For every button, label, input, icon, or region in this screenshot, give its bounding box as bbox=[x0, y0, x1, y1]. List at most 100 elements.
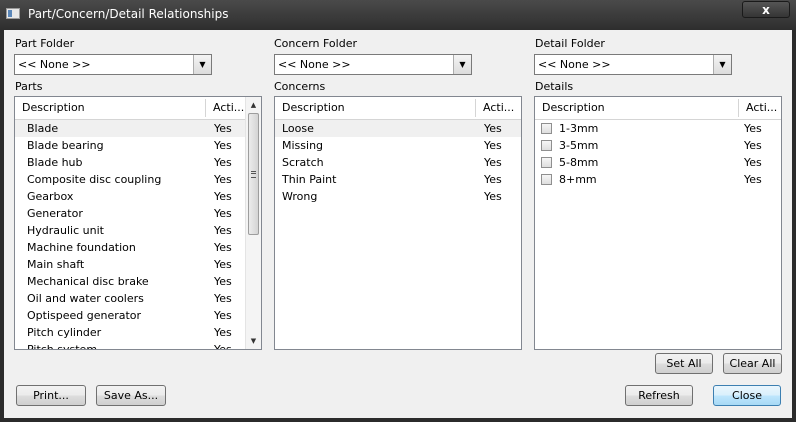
print-button[interactable]: Print... bbox=[16, 385, 86, 406]
row-active: Yes bbox=[214, 309, 232, 322]
details-list[interactable]: Description Acti... 1-3mm Yes 3-5mm Yes 5-8m… bbox=[534, 96, 782, 350]
row-description: Mechanical disc brake bbox=[27, 275, 149, 288]
column-header-description[interactable]: Description bbox=[535, 97, 738, 119]
row-checkbox[interactable] bbox=[541, 157, 552, 168]
concern-folder-dropdown[interactable]: << None >> ▼ bbox=[274, 54, 472, 75]
list-item[interactable]: Blade Yes bbox=[15, 120, 245, 137]
set-all-button[interactable]: Set All bbox=[655, 353, 713, 374]
dialog-window: Part/Concern/Detail Relationships x Part… bbox=[0, 0, 796, 422]
list-item[interactable]: Pitch cylinder Yes bbox=[15, 324, 245, 341]
row-active: Yes bbox=[214, 258, 232, 271]
details-list-header: Description Acti... bbox=[535, 97, 781, 120]
list-item[interactable]: Blade hub Yes bbox=[15, 154, 245, 171]
row-active: Yes bbox=[214, 207, 232, 220]
row-active: Yes bbox=[744, 156, 762, 169]
list-item[interactable]: Composite disc coupling Yes bbox=[15, 171, 245, 188]
row-active: Yes bbox=[484, 122, 502, 135]
dropdown-arrow-icon[interactable]: ▼ bbox=[193, 55, 211, 74]
column-header-active[interactable]: Acti... bbox=[476, 97, 521, 119]
list-item[interactable]: Scratch Yes bbox=[275, 154, 521, 171]
row-active: Yes bbox=[214, 156, 232, 169]
detail-folder-dropdown[interactable]: << None >> ▼ bbox=[534, 54, 732, 75]
concerns-label: Concerns bbox=[274, 80, 326, 93]
concerns-list-header: Description Acti... bbox=[275, 97, 521, 120]
list-item[interactable]: 5-8mm Yes bbox=[535, 154, 781, 171]
refresh-button[interactable]: Refresh bbox=[625, 385, 693, 406]
row-description: Oil and water coolers bbox=[27, 292, 144, 305]
column-header-description[interactable]: Description bbox=[15, 97, 205, 119]
list-item[interactable]: Oil and water coolers Yes bbox=[15, 290, 245, 307]
parts-list-header: Description Acti... bbox=[15, 97, 246, 120]
list-item[interactable]: Optispeed generator Yes bbox=[15, 307, 245, 324]
scroll-down-arrow-icon[interactable]: ▼ bbox=[246, 333, 261, 349]
list-item[interactable]: Hydraulic unit Yes bbox=[15, 222, 245, 239]
row-description: 3-5mm bbox=[559, 139, 599, 152]
row-active: Yes bbox=[484, 173, 502, 186]
parts-scrollbar[interactable]: ▲ ▼ bbox=[245, 97, 261, 349]
row-description: Gearbox bbox=[27, 190, 74, 203]
list-item[interactable]: 8+mm Yes bbox=[535, 171, 781, 188]
concerns-list[interactable]: Description Acti... Loose Yes Missing Yes Sc… bbox=[274, 96, 522, 350]
dropdown-arrow-icon[interactable]: ▼ bbox=[453, 55, 471, 74]
row-description: Blade hub bbox=[27, 156, 83, 169]
parts-list[interactable]: Description Acti... Blade Yes Blade bearin… bbox=[14, 96, 262, 350]
list-item[interactable]: Wrong Yes bbox=[275, 188, 521, 205]
parts-label: Parts bbox=[15, 80, 43, 93]
row-active: Yes bbox=[744, 122, 762, 135]
window-title: Part/Concern/Detail Relationships bbox=[28, 7, 229, 21]
row-description: Missing bbox=[282, 139, 324, 152]
row-description: Thin Paint bbox=[282, 173, 337, 186]
scroll-thumb[interactable] bbox=[248, 113, 259, 235]
row-description: Main shaft bbox=[27, 258, 85, 271]
row-active: Yes bbox=[214, 173, 232, 186]
list-item[interactable]: Loose Yes bbox=[275, 120, 521, 137]
row-checkbox[interactable] bbox=[541, 174, 552, 185]
row-active: Yes bbox=[214, 292, 232, 305]
row-active: Yes bbox=[214, 343, 232, 350]
row-checkbox[interactable] bbox=[541, 140, 552, 151]
part-folder-dropdown[interactable]: << None >> ▼ bbox=[14, 54, 212, 75]
dialog-client-area: Part Folder Concern Folder Detail Folder… bbox=[4, 30, 792, 418]
list-item[interactable]: Generator Yes bbox=[15, 205, 245, 222]
list-item[interactable]: Main shaft Yes bbox=[15, 256, 245, 273]
row-description: Blade bbox=[27, 122, 59, 135]
list-item[interactable]: Gearbox Yes bbox=[15, 188, 245, 205]
window-close-button[interactable]: x bbox=[742, 1, 790, 18]
list-item[interactable]: 3-5mm Yes bbox=[535, 137, 781, 154]
column-header-active[interactable]: Acti... bbox=[739, 97, 781, 119]
clear-all-button[interactable]: Clear All bbox=[723, 353, 782, 374]
row-description: 8+mm bbox=[559, 173, 597, 186]
part-folder-value: << None >> bbox=[18, 58, 91, 71]
row-description: 5-8mm bbox=[559, 156, 599, 169]
save-as-button[interactable]: Save As... bbox=[96, 385, 166, 406]
row-description: Machine foundation bbox=[27, 241, 136, 254]
row-description: 1-3mm bbox=[559, 122, 599, 135]
details-label: Details bbox=[535, 80, 574, 93]
title-bar[interactable]: Part/Concern/Detail Relationships x bbox=[0, 0, 796, 30]
row-active: Yes bbox=[214, 139, 232, 152]
row-description: Blade bearing bbox=[27, 139, 104, 152]
list-item[interactable]: Missing Yes bbox=[275, 137, 521, 154]
row-description: Composite disc coupling bbox=[27, 173, 162, 186]
list-item[interactable]: 1-3mm Yes bbox=[535, 120, 781, 137]
row-active: Yes bbox=[214, 224, 232, 237]
list-item[interactable]: Machine foundation Yes bbox=[15, 239, 245, 256]
list-item[interactable]: Thin Paint Yes bbox=[275, 171, 521, 188]
column-header-active[interactable]: Acti... bbox=[206, 97, 246, 119]
column-header-description[interactable]: Description bbox=[275, 97, 475, 119]
list-item[interactable]: Pitch system Yes bbox=[15, 341, 245, 350]
row-checkbox[interactable] bbox=[541, 123, 552, 134]
detail-folder-label: Detail Folder bbox=[535, 37, 605, 50]
row-active: Yes bbox=[484, 190, 502, 203]
row-active: Yes bbox=[214, 190, 232, 203]
list-item[interactable]: Mechanical disc brake Yes bbox=[15, 273, 245, 290]
scroll-up-arrow-icon[interactable]: ▲ bbox=[246, 97, 261, 113]
row-description: Loose bbox=[282, 122, 314, 135]
close-button[interactable]: Close bbox=[713, 385, 781, 406]
dropdown-arrow-icon[interactable]: ▼ bbox=[713, 55, 731, 74]
row-description: Wrong bbox=[282, 190, 318, 203]
row-active: Yes bbox=[214, 241, 232, 254]
list-item[interactable]: Blade bearing Yes bbox=[15, 137, 245, 154]
row-active: Yes bbox=[214, 275, 232, 288]
concern-folder-label: Concern Folder bbox=[274, 37, 357, 50]
